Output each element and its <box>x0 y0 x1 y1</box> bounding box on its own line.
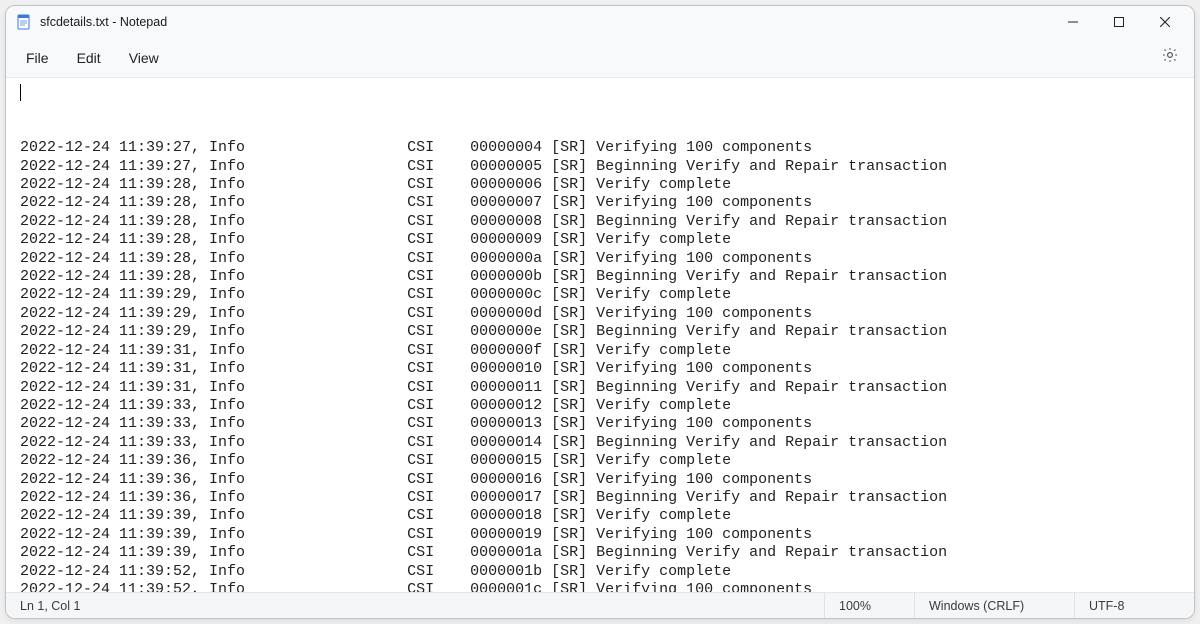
log-line: 2022-12-24 11:39:39, Info CSI 00000019 [… <box>20 526 1194 544</box>
log-line: 2022-12-24 11:39:28, Info CSI 0000000a [… <box>20 250 1194 268</box>
log-line: 2022-12-24 11:39:27, Info CSI 00000005 [… <box>20 158 1194 176</box>
gear-icon <box>1161 46 1179 69</box>
menubar: File Edit View <box>6 38 1194 78</box>
log-line: 2022-12-24 11:39:28, Info CSI 00000009 [… <box>20 231 1194 249</box>
log-line: 2022-12-24 11:39:39, Info CSI 0000001a [… <box>20 544 1194 562</box>
log-line: 2022-12-24 11:39:36, Info CSI 00000015 [… <box>20 452 1194 470</box>
maximize-button[interactable] <box>1096 6 1142 38</box>
log-line: 2022-12-24 11:39:27, Info CSI 00000004 [… <box>20 139 1194 157</box>
log-line: 2022-12-24 11:39:36, Info CSI 00000016 [… <box>20 471 1194 489</box>
text-editor-area[interactable]: 2022-12-24 11:39:27, Info CSI 00000004 [… <box>6 78 1194 592</box>
window-controls <box>1050 6 1188 38</box>
titlebar[interactable]: sfcdetails.txt - Notepad <box>6 6 1194 38</box>
close-button[interactable] <box>1142 6 1188 38</box>
log-line: 2022-12-24 11:39:29, Info CSI 0000000e [… <box>20 323 1194 341</box>
log-line: 2022-12-24 11:39:28, Info CSI 0000000b [… <box>20 268 1194 286</box>
status-encoding[interactable]: UTF-8 <box>1074 593 1194 618</box>
log-line: 2022-12-24 11:39:33, Info CSI 00000014 [… <box>20 434 1194 452</box>
log-line: 2022-12-24 11:39:33, Info CSI 00000013 [… <box>20 415 1194 433</box>
menu-view[interactable]: View <box>115 44 173 72</box>
log-line: 2022-12-24 11:39:33, Info CSI 00000012 [… <box>20 397 1194 415</box>
status-zoom[interactable]: 100% <box>824 593 914 618</box>
log-line: 2022-12-24 11:39:28, Info CSI 00000006 [… <box>20 176 1194 194</box>
log-line: 2022-12-24 11:39:31, Info CSI 00000010 [… <box>20 360 1194 378</box>
log-line: 2022-12-24 11:39:31, Info CSI 0000000f [… <box>20 342 1194 360</box>
minimize-button[interactable] <box>1050 6 1096 38</box>
settings-button[interactable] <box>1152 40 1188 76</box>
notepad-app-icon <box>16 14 32 30</box>
log-line: 2022-12-24 11:39:28, Info CSI 00000008 [… <box>20 213 1194 231</box>
log-line: 2022-12-24 11:39:31, Info CSI 00000011 [… <box>20 379 1194 397</box>
log-line: 2022-12-24 11:39:29, Info CSI 0000000d [… <box>20 305 1194 323</box>
statusbar: Ln 1, Col 1 100% Windows (CRLF) UTF-8 <box>6 592 1194 618</box>
log-line: 2022-12-24 11:39:52, Info CSI 0000001c [… <box>20 581 1194 592</box>
menu-file[interactable]: File <box>12 44 63 72</box>
status-cursor-position: Ln 1, Col 1 <box>6 593 94 618</box>
log-line: 2022-12-24 11:39:39, Info CSI 00000018 [… <box>20 507 1194 525</box>
log-line: 2022-12-24 11:39:29, Info CSI 0000000c [… <box>20 286 1194 304</box>
log-line: 2022-12-24 11:39:52, Info CSI 0000001b [… <box>20 563 1194 581</box>
text-caret <box>20 84 21 101</box>
status-line-ending[interactable]: Windows (CRLF) <box>914 593 1074 618</box>
menu-edit[interactable]: Edit <box>63 44 115 72</box>
log-line: 2022-12-24 11:39:36, Info CSI 00000017 [… <box>20 489 1194 507</box>
window-title: sfcdetails.txt - Notepad <box>40 15 167 29</box>
notepad-window: sfcdetails.txt - Notepad File Edit View <box>5 5 1195 619</box>
log-line: 2022-12-24 11:39:28, Info CSI 00000007 [… <box>20 194 1194 212</box>
